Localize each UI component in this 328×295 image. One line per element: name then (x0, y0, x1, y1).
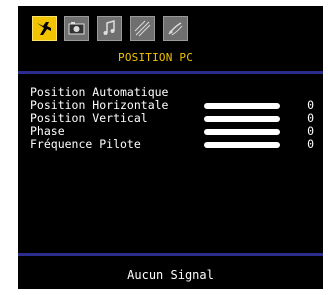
tab-image[interactable] (64, 16, 89, 41)
osd-menu: POSITION PC Position Automatique Positio… (18, 6, 323, 289)
top-divider (18, 71, 323, 74)
tab-installation[interactable] (163, 16, 188, 41)
status-message: Aucun Signal (127, 268, 214, 282)
satellite-dish-icon (168, 22, 183, 36)
airplane-icon (37, 22, 51, 35)
sparkle-icon (134, 20, 151, 37)
camera-icon (68, 22, 85, 35)
section-title: POSITION PC (118, 51, 194, 64)
bottom-divider (18, 253, 323, 256)
horizontal-position-slider[interactable] (204, 103, 280, 109)
tab-picture-settings[interactable] (32, 16, 57, 41)
menu-item-pilot-frequency[interactable]: Fréquence Pilote 0 (30, 138, 320, 151)
tab-sound[interactable] (97, 16, 122, 41)
phase-slider[interactable] (204, 129, 280, 135)
tab-features[interactable] (130, 16, 155, 41)
pilot-frequency-slider[interactable] (204, 142, 280, 148)
menu-item-label: Fréquence Pilote (30, 137, 141, 151)
menu-item-vertical-position[interactable]: Position Vertical 0 (30, 112, 320, 125)
music-note-icon (103, 20, 115, 35)
pilot-frequency-value: 0 (307, 137, 314, 151)
vertical-position-slider[interactable] (204, 116, 280, 122)
